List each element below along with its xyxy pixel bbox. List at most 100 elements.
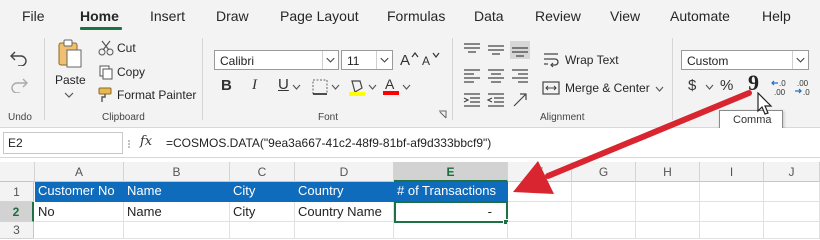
table-data-cell[interactable]: Name: [124, 202, 230, 222]
tab-formulas[interactable]: Formulas: [387, 8, 445, 24]
tab-draw[interactable]: Draw: [216, 8, 249, 24]
tab-data[interactable]: Data: [474, 8, 504, 24]
empty-cell[interactable]: [572, 182, 636, 202]
empty-cell[interactable]: [764, 222, 820, 239]
font-color-icon[interactable]: A: [382, 76, 400, 96]
merge-center-button[interactable]: Merge & Center: [565, 81, 650, 95]
accounting-format-button[interactable]: $: [688, 77, 696, 94]
column-header-d[interactable]: D: [295, 162, 394, 182]
column-header-c[interactable]: C: [230, 162, 295, 182]
empty-cell[interactable]: [230, 222, 295, 239]
font-dialog-launcher-icon[interactable]: [438, 110, 447, 119]
row-header-2[interactable]: 2: [0, 202, 34, 222]
column-header-h[interactable]: H: [636, 162, 700, 182]
empty-cell[interactable]: [508, 222, 572, 239]
underline-button[interactable]: U: [278, 76, 289, 93]
redo-icon[interactable]: [9, 75, 29, 93]
empty-cell[interactable]: [572, 222, 636, 239]
empty-cell[interactable]: [636, 182, 700, 202]
chevron-down-icon[interactable]: [292, 84, 301, 90]
percent-style-button[interactable]: %: [720, 77, 733, 94]
tab-help[interactable]: Help: [762, 8, 791, 24]
tab-page-layout[interactable]: Page Layout: [280, 8, 359, 24]
chevron-down-icon[interactable]: [705, 84, 714, 90]
tab-view[interactable]: View: [610, 8, 640, 24]
chevron-down-icon[interactable]: [655, 86, 664, 92]
insert-function-button[interactable]: fx: [140, 134, 152, 149]
indent-icons[interactable]: [462, 92, 532, 108]
empty-cell[interactable]: [124, 222, 230, 239]
empty-cell[interactable]: [394, 222, 508, 239]
column-header-e[interactable]: E: [394, 162, 508, 182]
select-all-corner[interactable]: [0, 162, 35, 182]
empty-cell[interactable]: [636, 202, 700, 222]
empty-cell[interactable]: [508, 202, 572, 222]
tab-file[interactable]: File: [22, 8, 45, 24]
empty-cell[interactable]: [700, 222, 764, 239]
column-header-j[interactable]: J: [764, 162, 820, 182]
horizontal-align-icons[interactable]: [462, 67, 532, 85]
empty-cell[interactable]: [636, 222, 700, 239]
empty-cell[interactable]: [700, 202, 764, 222]
font-size-select[interactable]: 11: [341, 50, 393, 70]
empty-cell[interactable]: [508, 182, 572, 202]
table-header-cell[interactable]: Customer No: [35, 182, 124, 202]
empty-cell[interactable]: [295, 222, 394, 239]
wrap-text-icon[interactable]: [542, 51, 560, 69]
bold-button[interactable]: B: [221, 77, 232, 94]
number-format-select[interactable]: Custom: [681, 50, 809, 70]
format-painter-button[interactable]: Format Painter: [117, 88, 196, 102]
undo-icon[interactable]: [9, 48, 29, 66]
fill-color-icon[interactable]: [348, 78, 366, 96]
column-header-g[interactable]: G: [572, 162, 636, 182]
row-header-3[interactable]: 3: [0, 222, 34, 239]
column-header-b[interactable]: B: [124, 162, 230, 182]
italic-button[interactable]: I: [252, 77, 257, 94]
chevron-down-icon[interactable]: [402, 84, 411, 90]
empty-cell[interactable]: [572, 202, 636, 222]
column-header-a[interactable]: A: [35, 162, 124, 182]
copy-button[interactable]: Copy: [117, 65, 145, 79]
empty-cell[interactable]: [764, 182, 820, 202]
chevron-down-icon[interactable]: [368, 84, 377, 90]
row-header-1[interactable]: 1: [0, 182, 34, 202]
svg-text:.0: .0: [803, 88, 810, 97]
merge-center-icon[interactable]: [542, 79, 560, 97]
table-data-cell[interactable]: No: [35, 202, 124, 222]
font-name-value: Calibri: [220, 54, 255, 68]
paste-button[interactable]: Paste: [55, 73, 86, 87]
active-cell-e2[interactable]: -: [394, 201, 508, 223]
empty-cell[interactable]: [35, 222, 124, 239]
table-data-cell[interactable]: Country Name: [295, 202, 394, 222]
table-header-cell[interactable]: City: [230, 182, 295, 202]
cut-button[interactable]: Cut: [117, 41, 136, 55]
table-header-cell[interactable]: Country: [295, 182, 394, 202]
column-header-i[interactable]: I: [700, 162, 764, 182]
cut-icon[interactable]: [98, 40, 114, 56]
font-name-select[interactable]: Calibri: [214, 50, 339, 70]
format-painter-icon[interactable]: [97, 87, 115, 103]
more-options-icon[interactable]: [126, 140, 132, 148]
empty-cell[interactable]: [700, 182, 764, 202]
name-box[interactable]: E2: [3, 132, 123, 154]
wrap-text-button[interactable]: Wrap Text: [565, 53, 619, 67]
borders-icon[interactable]: [311, 78, 329, 96]
decrease-decimal-icon[interactable]: .00 .0: [793, 77, 813, 97]
tab-home[interactable]: Home: [80, 8, 119, 24]
formula-input[interactable]: =COSMOS.DATA("9ea3a667-41c2-48f9-81bf-af…: [166, 136, 491, 150]
column-header-f[interactable]: F: [508, 162, 572, 182]
increase-font-size-icon[interactable]: A: [399, 50, 419, 68]
copy-icon[interactable]: [98, 64, 114, 80]
paste-dropdown-icon[interactable]: [64, 92, 74, 98]
table-header-cell[interactable]: # of Transactions: [394, 182, 508, 202]
tab-insert[interactable]: Insert: [150, 8, 185, 24]
table-data-cell[interactable]: City: [230, 202, 295, 222]
table-header-cell[interactable]: Name: [124, 182, 230, 202]
tab-review[interactable]: Review: [535, 8, 581, 24]
vertical-align-icons[interactable]: [462, 41, 532, 59]
paste-icon[interactable]: [56, 38, 84, 70]
tab-automate[interactable]: Automate: [670, 8, 730, 24]
empty-cell[interactable]: [764, 202, 820, 222]
decrease-font-size-icon[interactable]: A: [421, 50, 441, 68]
chevron-down-icon[interactable]: [331, 84, 340, 90]
